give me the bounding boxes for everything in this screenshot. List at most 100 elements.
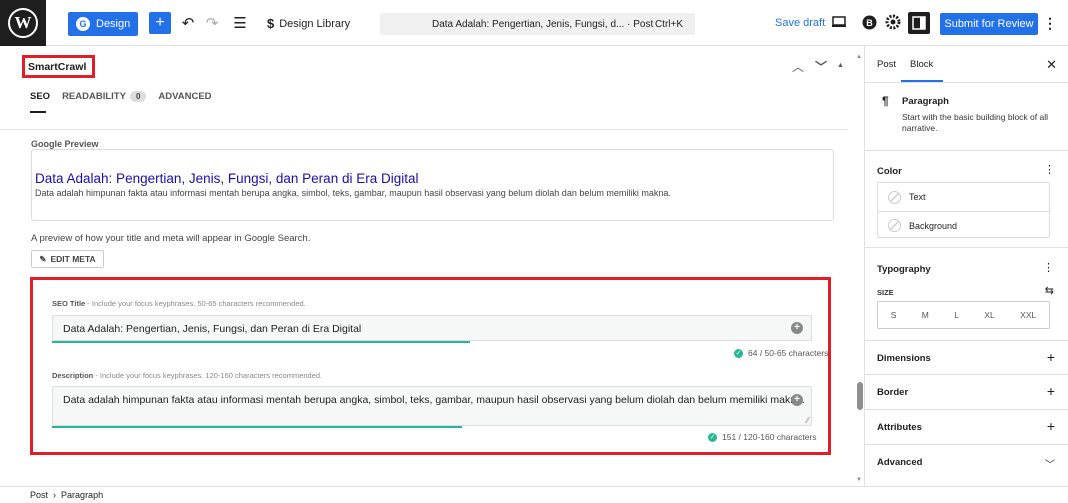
google-preview-title: Data Adalah: Pengertian, Jenis, Fungsi, … [35, 171, 419, 186]
undo-icon[interactable]: ↶ [178, 13, 198, 33]
seo-title-hint: - Include your focus keyphrases. 50-65 c… [85, 299, 306, 308]
pencil-icon: ✎ [39, 253, 47, 264]
add-variable-icon[interactable]: + [791, 394, 803, 406]
design-library-label: Design Library [279, 17, 351, 30]
seo-title-counter: ✓ 64 / 50-65 characters [734, 348, 828, 358]
check-circle-icon: ✓ [708, 432, 717, 442]
settings-sidebar-toggle[interactable] [908, 12, 930, 34]
typography-section-title: Typography [877, 264, 931, 275]
editor-canvas: SmartCrawl ︿ ﹀ ▲ SEO READABILITY 0 ADVANC… [0, 46, 848, 486]
active-tab-indicator [30, 111, 46, 113]
description-counter: ✓ 151 / 120-160 characters [708, 432, 817, 442]
seo-title-input[interactable]: Data Adalah: Pengertian, Jenis, Fungsi, … [52, 315, 812, 341]
top-toolbar: W G Design + ↶ ↷ ☰ $ Design Library Data… [0, 0, 1068, 46]
size-l[interactable]: L [954, 310, 959, 320]
sidebar-tabs: Post Block ✕ [865, 46, 1068, 83]
submit-for-review-button[interactable]: Submit for Review [940, 13, 1038, 35]
check-circle-icon: ✓ [734, 348, 743, 358]
block-card: ¶ Paragraph Start with the basic buildin… [865, 83, 1068, 151]
tab-block[interactable]: Block [910, 59, 933, 70]
seo-title-progress-bar [52, 341, 470, 343]
google-preview-description: Data adalah himpunan fakta atau informas… [35, 188, 671, 198]
color-text-label: Text [909, 192, 926, 202]
options-menu-icon[interactable]: ⋮ [1042, 13, 1058, 33]
attributes-title: Attributes [877, 422, 922, 433]
dimensions-title: Dimensions [877, 353, 931, 364]
seo-plugin-icon[interactable]: B [861, 14, 877, 30]
edit-meta-label: EDIT META [50, 254, 96, 264]
border-title: Border [877, 387, 909, 398]
color-section-title: Color [877, 166, 902, 177]
attributes-section[interactable]: Attributes + [865, 410, 1068, 445]
tab-seo[interactable]: SEO [30, 91, 50, 102]
design-library-icon: $ [267, 16, 275, 31]
seo-title-count: 64 / 50-65 characters [748, 348, 829, 358]
typography-options-icon[interactable]: ⋮ [1043, 261, 1054, 274]
font-size-picker: S M L XL XXL [877, 301, 1050, 329]
add-block-button[interactable]: + [149, 12, 171, 34]
smartcrawl-panel-header: SmartCrawl ︿ ﹀ ▲ [0, 46, 848, 88]
svg-text:B: B [866, 18, 873, 28]
command-bar-shortcut: Ctrl+K [654, 18, 683, 30]
color-list: Text Background [877, 182, 1051, 239]
design-library-button[interactable]: $ Design Library [267, 16, 350, 31]
size-xl[interactable]: XL [984, 310, 994, 320]
readability-badge: 0 [129, 91, 147, 102]
plus-icon[interactable]: + [1047, 349, 1055, 365]
breadcrumb-post[interactable]: Post [30, 490, 48, 500]
description-textarea[interactable]: Data adalah himpunan fakta atau informas… [52, 386, 812, 426]
google-preview-label: Google Preview [31, 139, 99, 149]
save-draft-button[interactable]: Save draft [775, 17, 825, 29]
size-xxl[interactable]: XXL [1020, 310, 1036, 320]
wordpress-logo-button[interactable]: W [0, 0, 46, 46]
description-count: 151 / 120-160 characters [722, 432, 817, 442]
sidebar-icon [912, 16, 926, 30]
scroll-down-arrow[interactable]: ▼ [856, 477, 862, 483]
add-variable-icon[interactable]: + [791, 322, 803, 334]
border-section[interactable]: Border + [865, 375, 1068, 410]
smartcrawl-gear-icon[interactable] [885, 14, 901, 30]
size-s[interactable]: S [891, 310, 897, 320]
scrollbar-thumb[interactable] [857, 382, 863, 410]
size-m[interactable]: M [922, 310, 929, 320]
chevron-up-icon[interactable]: ︿ [792, 58, 804, 75]
smartcrawl-tabs: SEO READABILITY 0 ADVANCED [30, 91, 212, 102]
chevron-down-icon[interactable]: ﹀ [815, 58, 827, 75]
description-progress-bar [52, 426, 462, 428]
plus-icon[interactable]: + [1047, 383, 1055, 399]
description-label-text: Description [52, 371, 94, 380]
scroll-up-arrow[interactable]: ▲ [856, 54, 862, 60]
swatch-icon [888, 219, 901, 232]
seo-title-label: SEO Title - Include your focus keyphrase… [52, 299, 306, 308]
color-background-item[interactable]: Background [878, 211, 1051, 239]
redo-icon[interactable]: ↷ [202, 13, 222, 33]
custom-size-icon[interactable]: ⇆ [1045, 284, 1054, 297]
tab-advanced[interactable]: ADVANCED [158, 91, 211, 102]
collapse-triangle-icon[interactable]: ▲ [837, 62, 844, 69]
preview-icon[interactable] [831, 15, 847, 29]
command-palette-bar[interactable]: Data Adalah: Pengertian, Jenis, Fungsi, … [380, 13, 695, 35]
document-overview-icon[interactable]: ☰ [230, 13, 250, 33]
edit-meta-button[interactable]: ✎ EDIT META [31, 250, 104, 268]
block-description: Start with the basic building block of a… [902, 112, 1048, 133]
tab-post[interactable]: Post [877, 59, 896, 70]
close-icon[interactable]: ✕ [1046, 57, 1057, 73]
size-label: SIZE [877, 288, 894, 297]
dimensions-section[interactable]: Dimensions + [865, 340, 1068, 375]
description-hint: - Include your focus keyphrases. 120-160… [93, 371, 323, 380]
tab-readability[interactable]: READABILITY 0 [62, 91, 147, 102]
swatch-icon [888, 190, 901, 204]
resize-handle-icon[interactable]: ⁄⁄ [806, 416, 809, 425]
google-preview-note: A preview of how your title and meta wil… [31, 233, 311, 244]
color-text-item[interactable]: Text [878, 183, 1051, 211]
color-options-icon[interactable]: ⋮ [1044, 163, 1055, 176]
breadcrumb-paragraph[interactable]: Paragraph [61, 490, 103, 500]
chevron-down-icon[interactable]: ﹀ [1045, 456, 1055, 471]
design-button-label: Design [96, 18, 131, 30]
seo-title-label-text: SEO Title [52, 299, 86, 308]
advanced-section[interactable]: Advanced ﹀ [865, 445, 1068, 480]
description-value: Data adalah himpunan fakta atau informas… [63, 394, 805, 406]
advanced-title: Advanced [877, 457, 923, 468]
design-button[interactable]: G Design [68, 12, 138, 36]
plus-icon[interactable]: + [1047, 418, 1055, 434]
